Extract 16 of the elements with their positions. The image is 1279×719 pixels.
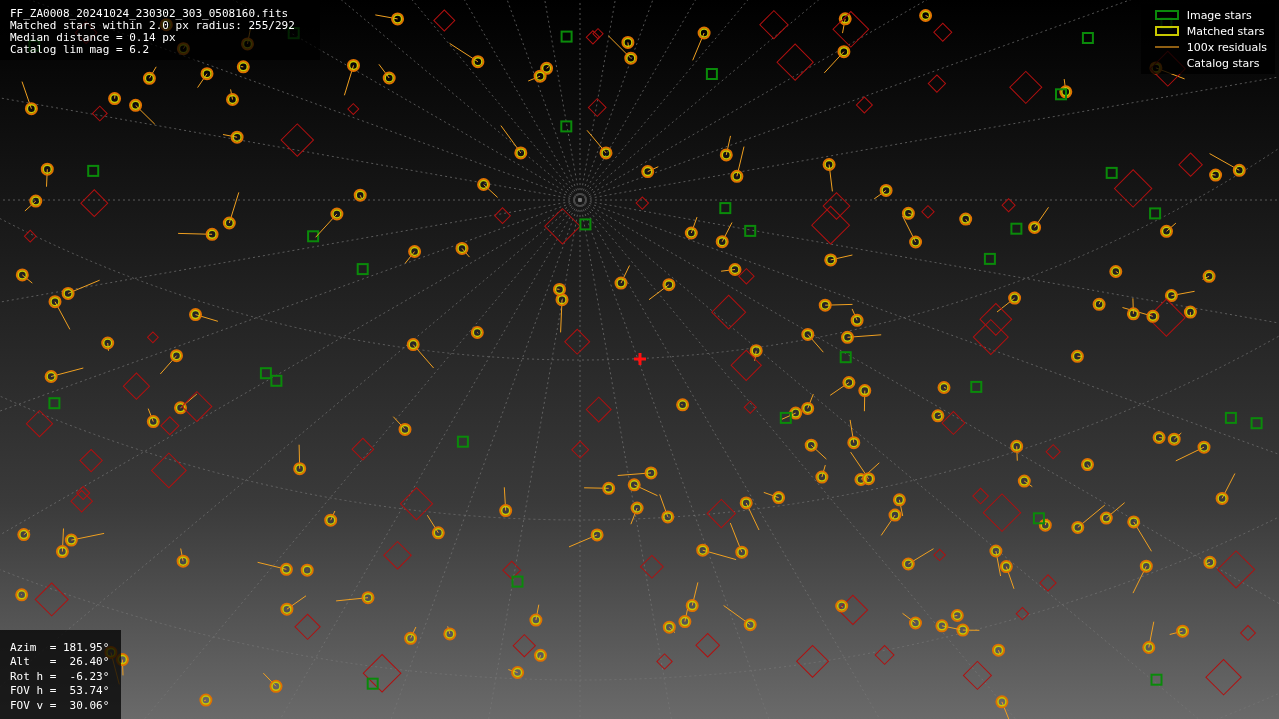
matched-star-swatch-icon <box>1154 26 1179 36</box>
info-text: Catalog lim mag = 6.2 <box>10 44 151 56</box>
legend-label: Catalog stars <box>1186 56 1260 70</box>
line-swatch-icon <box>1154 45 1179 49</box>
info-text: Alt = 26.40° <box>10 655 111 670</box>
info-text: Rot h = -6.23° <box>10 669 111 684</box>
legend-label: 100x residuals <box>1186 40 1267 54</box>
info-text: FOV h = 53.74° <box>10 684 111 699</box>
info-text: Median distance = 0.14 px <box>10 32 177 44</box>
legend-label: Image stars <box>1186 8 1252 22</box>
info-text: FF_ZA0008_20241024_230302_303_0508160.fits <box>10 8 290 20</box>
info-text: Matched stars within 2.0 px radius: 255/292 <box>10 20 296 32</box>
image-star-swatch-icon <box>1154 10 1179 20</box>
info-text: Azim = 181.95° <box>10 640 111 655</box>
legend-label: Matched stars <box>1186 24 1265 38</box>
info-text: FOV v = 30.06° <box>10 698 111 713</box>
